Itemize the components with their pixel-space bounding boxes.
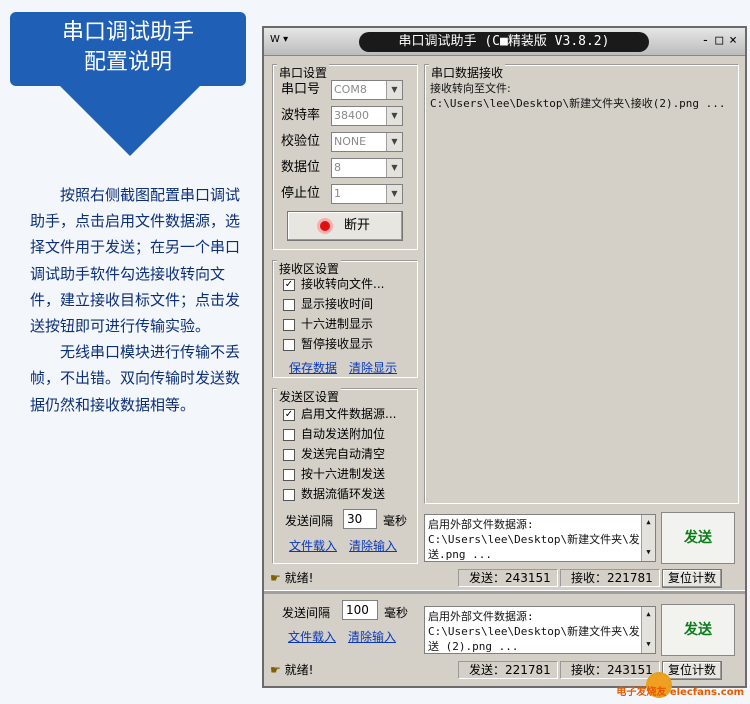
receive-settings-group: 接收区设置 ✓ 接收转向文件... 显示接收时间 十六进制显示 暂停接收显示 保存… (272, 260, 418, 378)
bottom-send-line2: C:\Users\lee\Desktop\新建文件夹\发 (428, 625, 640, 638)
callout-arrow (58, 84, 202, 156)
baud-row: 波特率 38400 ▼ (281, 106, 403, 126)
save-data-link[interactable]: 保存数据 (289, 359, 337, 376)
send-interval-input[interactable]: 30 (343, 509, 377, 529)
description-para2: 无线串口模块进行传输不丢帧，不出错。双向传输时发送数据仍然和接收数据相等。 (30, 343, 241, 414)
auto-append-checkbox[interactable]: 自动发送附加位 (283, 425, 385, 443)
send-scrollbar[interactable]: ▲ ▼ (641, 515, 655, 561)
title-bar: W ▾ 串口调试助手 (C■精装版 V3.8.2) - □ × (264, 28, 745, 56)
chevron-down-icon: ▼ (386, 107, 402, 125)
callout-line2: 配置说明 (83, 50, 172, 75)
chevron-down-icon: ▼ (386, 185, 402, 203)
port-select[interactable]: COM8 ▼ (331, 80, 403, 100)
receive-line1: 接收转向至文件: (430, 82, 511, 95)
reset-counter-button[interactable]: 复位计数 (662, 569, 722, 588)
send-text-line2: C:\Users\lee\Desktop\新建文件夹\发 (428, 533, 640, 546)
pause-display-checkbox[interactable]: 暂停接收显示 (283, 335, 373, 353)
show-recv-time-checkbox[interactable]: 显示接收时间 (283, 295, 373, 313)
baud-label: 波特率 (281, 108, 321, 123)
stopbits-label: 停止位 (281, 186, 321, 201)
bottom-status-ready: ☛ 就绪! (270, 660, 313, 680)
databits-select[interactable]: 8 ▼ (331, 158, 403, 178)
loop-send-checkbox[interactable]: 数据流循环发送 (283, 485, 385, 503)
status-ready: ☛ 就绪! (270, 568, 313, 588)
callout-line1: 串口调试助手 (61, 20, 194, 45)
system-menu-button[interactable]: W ▾ (270, 34, 308, 50)
recv-counter: 接收：221781 (560, 569, 660, 587)
receive-line2: C:\Users\lee\Desktop\新建文件夹\接收(2).png ... (430, 97, 726, 110)
disconnect-button[interactable]: 断开 (287, 211, 403, 241)
minimize-button[interactable]: - (702, 33, 710, 48)
bottom-send-button[interactable]: 发送 (661, 604, 735, 656)
recv-to-file-checkbox[interactable]: ✓ 接收转向文件... (283, 275, 384, 293)
send-settings-group: 发送区设置 ✓ 启用文件数据源... 自动发送附加位 发送完自动清空 按十六进制发… (272, 388, 418, 564)
send-textarea[interactable]: 启用外部文件数据源: C:\Users\lee\Desktop\新建文件夹\发 … (424, 514, 656, 562)
description-para1: 按照右侧截图配置串口调试助手，点击启用文件数据源，选择文件用于发送；在另一个串口… (30, 186, 241, 336)
bottom-send-textarea[interactable]: 启用外部文件数据源: C:\Users\lee\Desktop\新建文件夹\发 … (424, 606, 656, 654)
close-button[interactable]: × (729, 33, 737, 48)
bottom-send-line1: 启用外部文件数据源: (428, 610, 534, 623)
file-source-checkbox[interactable]: ✓ 启用文件数据源... (283, 405, 396, 423)
send-button[interactable]: 发送 (661, 512, 735, 564)
receive-area-group: 串口数据接收 接收转向至文件: C:\Users\lee\Desktop\新建文… (424, 64, 739, 504)
chevron-down-icon: ▼ (386, 133, 402, 151)
bottom-interval-unit: 毫秒 (384, 606, 409, 620)
databits-row: 数据位 8 ▼ (281, 158, 403, 178)
sent-counter: 发送：243151 (458, 569, 558, 587)
bottom-interval-input[interactable]: 100 (342, 600, 378, 620)
window-title: 串口调试助手 (C■精装版 V3.8.2) (359, 32, 649, 52)
port-row: 串口号 COM8 ▼ (281, 80, 403, 100)
chevron-down-icon: ▼ (386, 81, 402, 99)
bottom-send-line3: 送 (2).png ... (428, 640, 519, 653)
hand-icon: ☛ (270, 571, 281, 585)
parity-select[interactable]: NONE ▼ (331, 132, 403, 152)
clear-display-link[interactable]: 清除显示 (349, 359, 397, 376)
checkmark-icon: ✓ (283, 408, 295, 421)
hex-send-checkbox[interactable]: 按十六进制发送 (283, 465, 385, 483)
watermark: 电子发烧友 elecfans.com (616, 687, 744, 698)
send-interval-label: 发送间隔 (285, 514, 334, 528)
divider (264, 590, 745, 594)
bottom-reset-counter-button[interactable]: 复位计数 (662, 661, 722, 680)
red-led-icon (319, 220, 330, 231)
bottom-interval-label: 发送间隔 (282, 606, 331, 620)
description: 按照右侧截图配置串口调试助手，点击启用文件数据源，选择文件用于发送；在另一个串口… (30, 182, 252, 418)
hex-display-checkbox[interactable]: 十六进制显示 (283, 315, 373, 333)
callout-box: 串口调试助手 配置说明 (10, 12, 246, 86)
serial-settings-label: 串口设置 (277, 64, 330, 81)
window-controls: - □ × (696, 33, 737, 48)
parity-row: 校验位 NONE ▼ (281, 132, 403, 152)
bottom-sent-counter: 发送：221781 (458, 661, 558, 679)
bottom-load-file-link[interactable]: 文件载入 (288, 628, 336, 645)
receive-textarea[interactable]: 接收转向至文件: C:\Users\lee\Desktop\新建文件夹\接收(2… (427, 79, 736, 499)
clear-input-link[interactable]: 清除输入 (349, 537, 397, 554)
status-ready-text: 就绪! (284, 571, 314, 585)
bottom-send-scrollbar[interactable]: ▲ ▼ (641, 607, 655, 653)
serial-assistant-window: W ▾ 串口调试助手 (C■精装版 V3.8.2) - □ × 串口设置 串口号 CO… (262, 26, 747, 688)
load-file-link[interactable]: 文件载入 (289, 537, 337, 554)
stopbits-select[interactable]: 1 ▼ (331, 184, 403, 204)
baud-select[interactable]: 38400 ▼ (331, 106, 403, 126)
maximize-button[interactable]: □ (715, 33, 723, 48)
hand-icon: ☛ (270, 663, 281, 677)
send-text-line1: 启用外部文件数据源: (428, 518, 534, 531)
bottom-clear-input-link[interactable]: 清除输入 (348, 628, 396, 645)
serial-settings-group: 串口设置 串口号 COM8 ▼ 波特率 38400 ▼ 校验位 NONE ▼ 数据位 8 ▼ 停… (272, 64, 418, 250)
bottom-recv-counter: 接收：243151 (560, 661, 660, 679)
stopbits-row: 停止位 1 ▼ (281, 184, 403, 204)
send-settings-label: 发送区设置 (277, 388, 342, 405)
port-label: 串口号 (281, 82, 321, 97)
bottom-status-ready-text: 就绪! (284, 663, 314, 677)
send-text-line3: 送.png ... (428, 548, 492, 561)
disconnect-label: 断开 (343, 218, 370, 233)
checkmark-icon: ✓ (283, 278, 295, 291)
send-interval-unit: 毫秒 (383, 514, 408, 528)
chevron-down-icon: ▼ (386, 159, 402, 177)
databits-label: 数据位 (281, 160, 321, 175)
parity-label: 校验位 (281, 134, 321, 149)
auto-clear-checkbox[interactable]: 发送完自动清空 (283, 445, 385, 463)
